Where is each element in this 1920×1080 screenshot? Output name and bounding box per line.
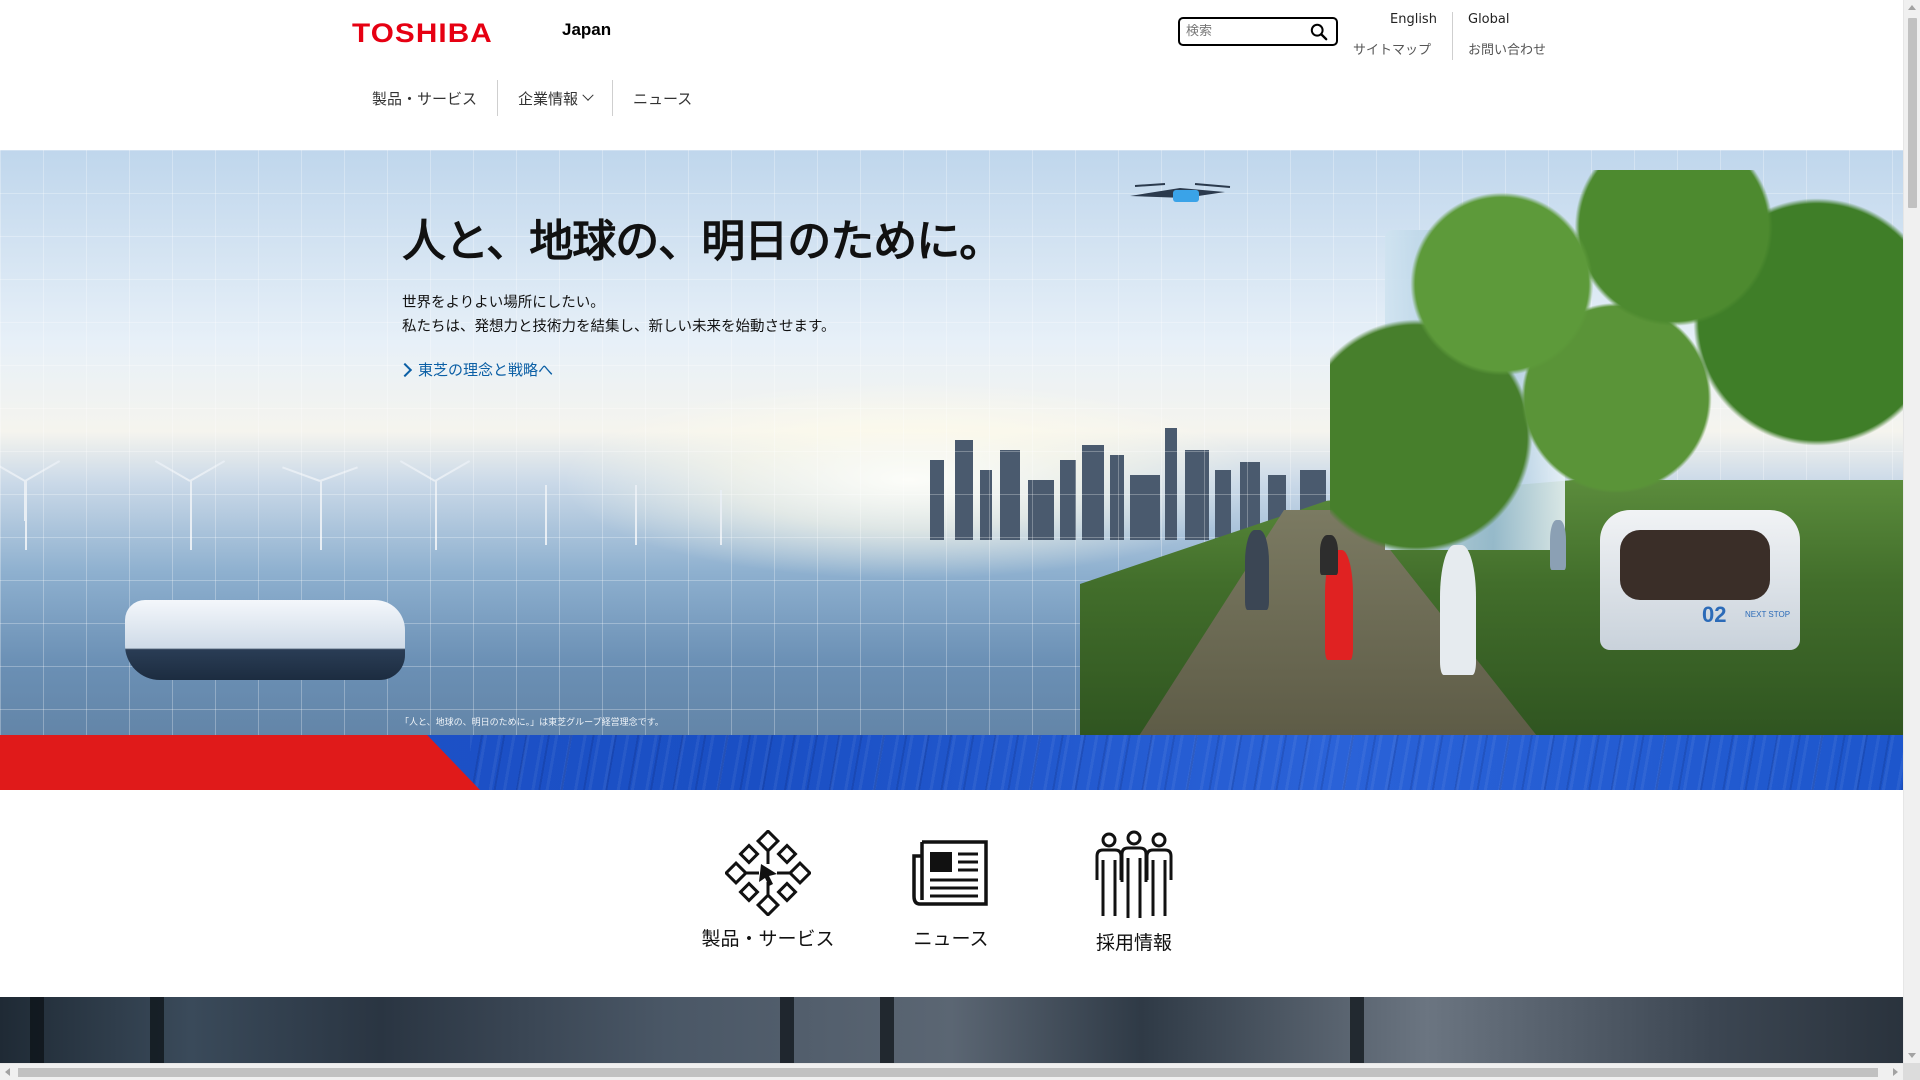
site-header: TOSHIBA Japan English Global サイトマップ お問い合… bbox=[0, 0, 1903, 150]
hero-subtitle-line-1: 世界をよりよい場所にしたい。 bbox=[402, 295, 605, 311]
products-network-icon bbox=[725, 830, 811, 916]
global-nav: 製品・サービス 企業情報 ニュース bbox=[356, 80, 712, 116]
tree-canopy bbox=[1330, 170, 1903, 550]
global-link[interactable]: Global bbox=[1468, 12, 1509, 27]
scrollbar-corner bbox=[1903, 1063, 1920, 1080]
scroll-down-arrow-icon[interactable] bbox=[1908, 1053, 1916, 1058]
search-icon[interactable] bbox=[1310, 23, 1328, 41]
quick-links: 製品・サービス ニュース 採用情報 bbox=[0, 790, 1903, 997]
vertical-scroll-thumb[interactable] bbox=[1908, 18, 1917, 208]
nav-item-corporate[interactable]: 企業情報 bbox=[498, 80, 614, 116]
band-texture bbox=[470, 735, 1903, 790]
region-label: Japan bbox=[562, 20, 612, 39]
nav-item-label: ニュース bbox=[633, 89, 693, 108]
red-brand-band bbox=[0, 735, 480, 790]
shuttle-sign: NEXT STOP bbox=[1745, 610, 1791, 619]
search-box[interactable] bbox=[1178, 17, 1338, 46]
quick-link-label: ニュース bbox=[913, 928, 989, 950]
hero-subtitle-line-2: 私たちは、発想力と技術力を結集し、新しい未来を始動させます。 bbox=[402, 319, 836, 335]
english-link[interactable]: English bbox=[1390, 12, 1437, 27]
next-section-image bbox=[0, 997, 1903, 1063]
autonomous-shuttle: 02 NEXT STOP bbox=[1600, 510, 1800, 650]
philosophy-strategy-link-label: 東芝の理念と戦略へ bbox=[418, 361, 554, 379]
people-group-icon bbox=[1095, 830, 1173, 918]
hero-caption: 「人と、地球の、明日のために。」は東芝グループ経営理念です。 bbox=[400, 718, 664, 728]
nav-item-label: 製品・サービス bbox=[372, 89, 478, 108]
nav-item-news[interactable]: ニュース bbox=[613, 80, 712, 116]
hero-banner: 02 NEXT STOP 人と、地球の、明日のために。 世界をよりよい場所にした… bbox=[0, 150, 1903, 790]
quick-link-careers[interactable]: 採用情報 bbox=[1049, 830, 1219, 955]
utility-divider bbox=[1452, 12, 1453, 60]
horizontal-scroll-thumb[interactable] bbox=[18, 1068, 1878, 1077]
toshiba-logo[interactable]: TOSHIBA bbox=[352, 18, 493, 49]
nav-item-label: 企業情報 bbox=[518, 89, 579, 108]
quick-link-label: 採用情報 bbox=[1095, 932, 1172, 954]
shuttle-number: 02 bbox=[1702, 602, 1727, 627]
hero-subtitle: 世界をよりよい場所にしたい。 私たちは、発想力と技術力を結集し、新しい未来を始動… bbox=[402, 291, 1002, 339]
drone-aircraft-icon bbox=[1130, 183, 1231, 202]
scroll-left-arrow-icon[interactable] bbox=[5, 1068, 10, 1076]
quick-link-news[interactable]: ニュース bbox=[866, 830, 1036, 951]
search-input[interactable] bbox=[1186, 24, 1306, 39]
scroll-right-arrow-icon[interactable] bbox=[1893, 1068, 1898, 1076]
autonomous-boat bbox=[125, 600, 405, 680]
hero-title: 人と、地球の、明日のために。 bbox=[402, 216, 1003, 267]
contact-link[interactable]: お問い合わせ bbox=[1468, 39, 1546, 58]
philosophy-strategy-link[interactable]: 東芝の理念と戦略へ bbox=[397, 359, 1002, 380]
sitemap-link[interactable]: サイトマップ bbox=[1353, 39, 1431, 58]
hero-copy: 人と、地球の、明日のために。 世界をよりよい場所にしたい。 私たちは、発想力と技… bbox=[397, 205, 1003, 380]
scroll-up-arrow-icon[interactable] bbox=[1908, 5, 1916, 10]
page: TOSHIBA Japan English Global サイトマップ お問い合… bbox=[0, 0, 1920, 1080]
chevron-down-icon bbox=[582, 89, 594, 101]
horizontal-scrollbar[interactable] bbox=[0, 1063, 1903, 1080]
vertical-scrollbar[interactable] bbox=[1903, 0, 1920, 1063]
nav-item-products[interactable]: 製品・サービス bbox=[356, 80, 499, 116]
quick-link-products[interactable]: 製品・サービス bbox=[683, 830, 853, 951]
quick-link-label: 製品・サービス bbox=[701, 928, 835, 950]
newspaper-icon bbox=[912, 840, 988, 906]
